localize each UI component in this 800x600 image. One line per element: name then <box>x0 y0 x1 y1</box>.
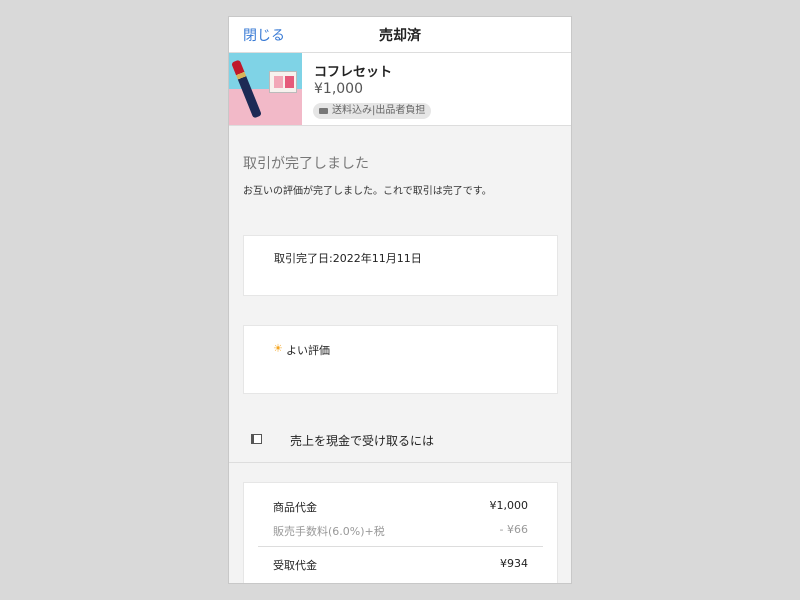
sun-icon: ☀ <box>273 342 283 355</box>
book-icon <box>251 434 262 444</box>
payout-row-received: 受取代金 ¥934 <box>273 557 528 573</box>
header-bar: 閉じる 売却済 <box>229 17 571 53</box>
page-title: 売却済 <box>379 28 421 44</box>
truck-icon <box>319 108 328 114</box>
status-message: お互いの評価が完了しました。これで取引は完了です。 <box>243 186 492 197</box>
rating-card: ☀ よい評価 <box>243 325 558 394</box>
phone-screen: 閉じる 売却済 コフレセット ¥1,000 送料込み|出品者負担 取引が完了しま… <box>228 16 572 584</box>
cash-withdrawal-guide-link[interactable]: 売上を現金で受け取るには <box>229 417 571 463</box>
completion-date: 取引完了日:2022年11月11日 <box>274 252 422 265</box>
completion-date-card: 取引完了日:2022年11月11日 <box>243 235 558 296</box>
product-price: ¥1,000 <box>314 81 363 97</box>
payout-label: 販売手数料(6.0%)+税 <box>273 525 385 538</box>
payout-label: 受取代金 <box>273 559 317 572</box>
status-heading: 取引が完了しました <box>243 156 369 172</box>
payout-row-item-price: 商品代金 ¥1,000 <box>273 499 528 515</box>
product-summary[interactable]: コフレセット ¥1,000 送料込み|出品者負担 <box>229 53 571 126</box>
rating-label: よい評価 <box>286 344 330 357</box>
payout-value: - ¥66 <box>499 523 528 536</box>
product-name: コフレセット <box>314 65 393 80</box>
payout-divider <box>258 546 543 547</box>
payout-value: ¥934 <box>500 557 528 570</box>
product-thumbnail <box>229 53 302 125</box>
lipstick-image <box>231 59 262 119</box>
payout-label: 商品代金 <box>273 501 317 514</box>
palette-image <box>269 71 297 93</box>
shipping-badge-label: 送料込み|出品者負担 <box>332 105 426 116</box>
payout-value: ¥1,000 <box>489 499 529 512</box>
payout-row-fee: 販売手数料(6.0%)+税 - ¥66 <box>273 523 528 539</box>
payout-card: 商品代金 ¥1,000 販売手数料(6.0%)+税 - ¥66 受取代金 ¥93… <box>243 482 558 583</box>
shipping-badge: 送料込み|出品者負担 <box>313 103 432 119</box>
cash-guide-label: 売上を現金で受け取るには <box>290 434 435 448</box>
